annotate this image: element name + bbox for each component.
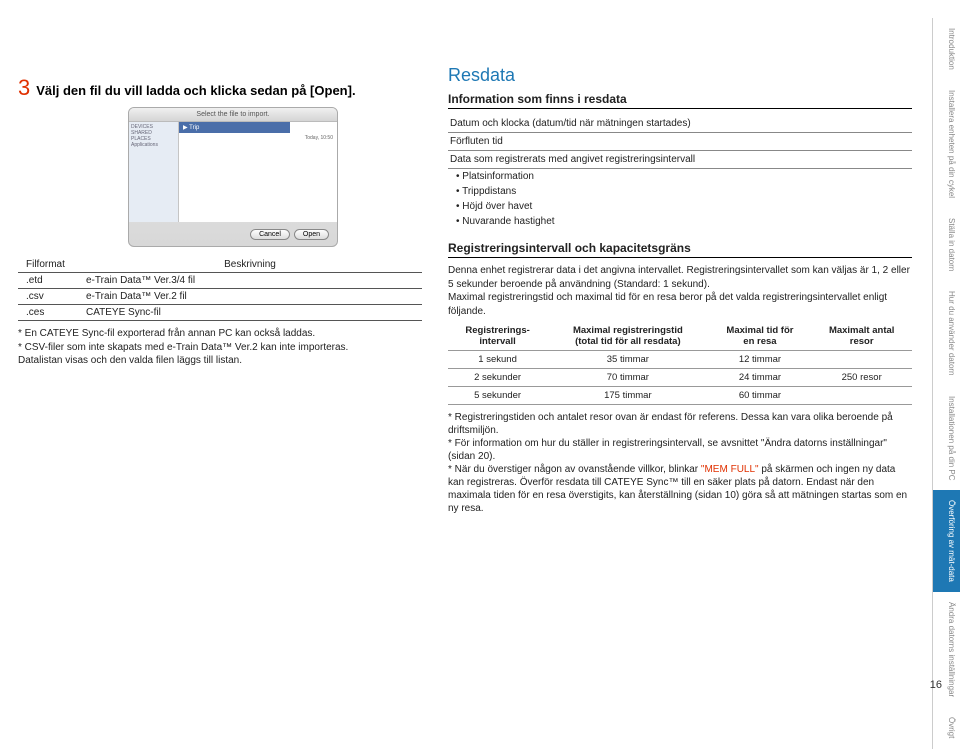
file-dialog-screenshot: Select the file to import. DEVICES SHARE… [128, 107, 338, 247]
footnotes: * Registreringstiden och antalet resor o… [448, 411, 912, 515]
cancel-button[interactable]: Cancel [250, 229, 290, 240]
footnote: * När du överstiger någon av ovanstående… [448, 463, 912, 515]
info-bullet: • Trippdistans [448, 184, 912, 199]
col-header: Registrerings- intervall [448, 322, 547, 351]
info-row: Datum och klocka (datum/tid när mätninge… [448, 115, 912, 133]
tab-stalla-in[interactable]: Ställa in datorn [932, 208, 960, 281]
file-format-table: Filformat Beskrivning .etd e-Train Data™… [18, 257, 422, 321]
col-header: Filformat [18, 257, 78, 273]
step-number: 3 [18, 75, 30, 101]
sidebar-label: Applications [131, 142, 176, 148]
info-row: Data som registrerats med angivet regist… [448, 151, 912, 169]
registration-table: Registrerings- intervall Maximal registr… [448, 322, 912, 405]
tab-ovrigt[interactable]: Övrigt [932, 707, 960, 748]
info-list: Datum och klocka (datum/tid när mätninge… [448, 115, 912, 229]
col-header: Maximal registreringstid (total tid för … [547, 322, 708, 351]
table-row: 5 sekunder 175 timmar 60 timmar [448, 387, 912, 405]
info-bullet: • Höjd över havet [448, 199, 912, 214]
tab-installation-pc[interactable]: Installationen på din PC [932, 386, 960, 491]
info-bullet: • Nuvarande hastighet [448, 214, 912, 229]
info-heading: Information som finns i resdata [448, 92, 912, 109]
table-row: 2 sekunder 70 timmar 24 timmar 250 resor [448, 369, 912, 387]
side-tabs: Introduktion Installera enheten på din c… [932, 18, 960, 749]
page-number: 16 [930, 679, 942, 691]
info-bullet: • Platsinformation [448, 169, 912, 184]
step-text: Välj den fil du vill ladda och klicka se… [36, 83, 355, 98]
timestamp: Today, 10:50 [179, 133, 337, 143]
open-button[interactable]: Open [294, 229, 329, 240]
table-row: .ces CATEYE Sync-fil [18, 305, 422, 321]
table-row: 1 sekund 35 timmar 12 timmar [448, 351, 912, 369]
table-row: .etd e-Train Data™ Ver.3/4 fil [18, 273, 422, 289]
col-header: Maximalt antal resor [811, 322, 912, 351]
note-line: * En CATEYE Sync-fil exporterad från ann… [18, 327, 422, 341]
dialog-title: Select the file to import. [129, 108, 337, 122]
reg-heading: Registreringsintervall och kapacitetsgrä… [448, 241, 912, 258]
folder-row: ▶ Trip [179, 122, 290, 133]
reg-intro: Denna enhet registrerar data i det angiv… [448, 264, 912, 318]
table-row: .csv e-Train Data™ Ver.2 fil [18, 289, 422, 305]
section-title: Resdata [448, 65, 912, 86]
tab-overforing[interactable]: Överföring av mät-data [932, 490, 960, 592]
file-notes: * En CATEYE Sync-fil exporterad från ann… [18, 327, 422, 368]
footnote: * Registreringstiden och antalet resor o… [448, 411, 912, 437]
dialog-sidebar: DEVICES SHARED PLACES Applications [129, 122, 179, 222]
tab-introduktion[interactable]: Introduktion [932, 18, 960, 80]
dialog-list: ▶ Trip Today, 10:50 [179, 122, 337, 222]
col-header: Maximal tid för en resa [709, 322, 812, 351]
footnote: * För information om hur du ställer in r… [448, 437, 912, 463]
mem-full-warning: "MEM FULL" [701, 464, 759, 475]
info-row: Förfluten tid [448, 133, 912, 151]
col-header: Beskrivning [78, 257, 422, 273]
tab-anvander[interactable]: Hur du använder datorn [932, 281, 960, 386]
tab-installera-cykel[interactable]: Installera enheten på din cykel [932, 80, 960, 208]
note-line: Datalistan visas och den valda filen läg… [18, 354, 422, 368]
step-heading: 3 Välj den fil du vill ladda och klicka … [18, 75, 422, 101]
note-line: * CSV-filer som inte skapats med e-Train… [18, 341, 422, 355]
